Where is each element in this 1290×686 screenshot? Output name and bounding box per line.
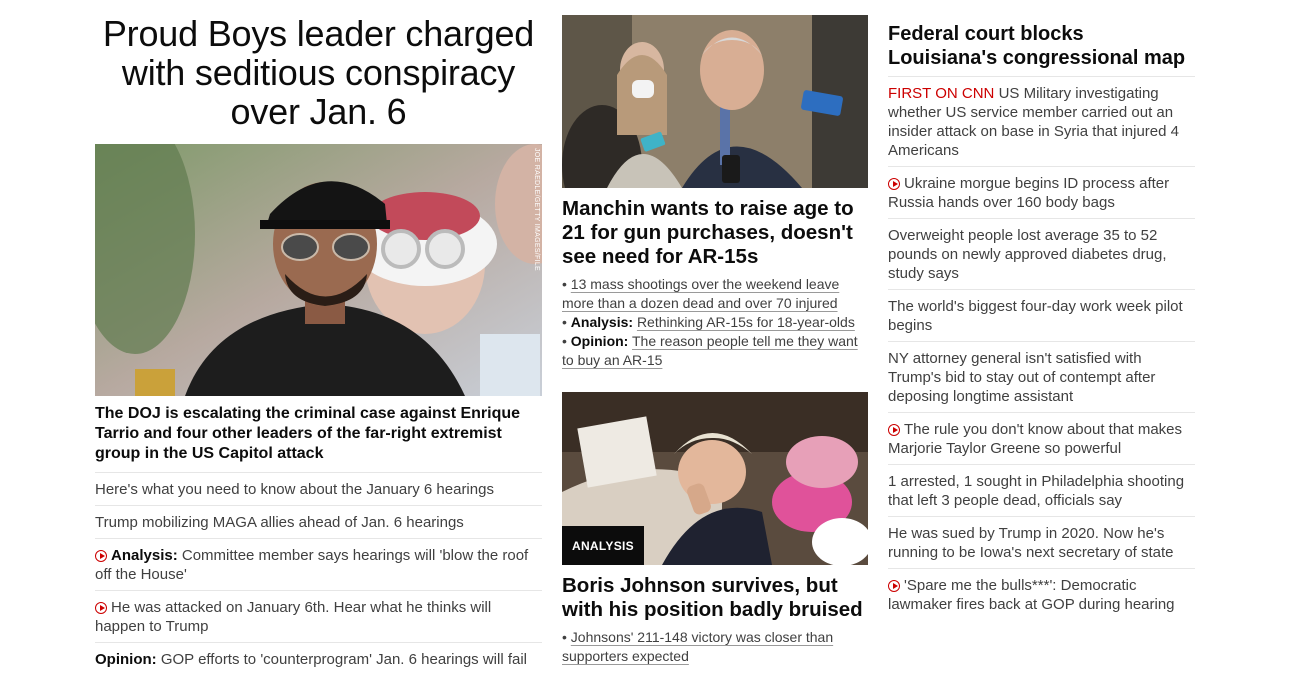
photo-credit: JOE RAEDLE/GETTY IMAGES/FILE: [533, 148, 540, 272]
related-story-text: GOP efforts to 'counterprogram' Jan. 6 h…: [160, 651, 528, 668]
right-story-text: Ukraine morgue begins ID process after R…: [888, 175, 1170, 211]
right-story-link[interactable]: 'Spare me the bulls***': Democratic lawm…: [888, 569, 1195, 620]
johnson-photo[interactable]: ANALYSIS: [562, 392, 868, 565]
story-bullet-text: Johnsons' 211-148 victory was closer tha…: [562, 629, 834, 664]
right-story-text: 1 arrested, 1 sought in Philadelphia sho…: [888, 473, 1185, 509]
manchin-photo[interactable]: [562, 15, 868, 188]
story-bullet-text: 13 mass shootings over the weekend leave…: [562, 276, 840, 311]
middle-column: Manchin wants to raise age to 21 for gun…: [562, 0, 868, 666]
right-story-link[interactable]: FIRST ON CNN US Military investigating w…: [888, 77, 1195, 167]
play-video-icon: [95, 602, 107, 614]
analysis-badge: ANALYSIS: [562, 526, 644, 565]
related-story-text: Trump mobilizing MAGA allies ahead of Ja…: [95, 514, 464, 531]
right-story-text: NY attorney general isn't satisfied with…: [888, 350, 1156, 405]
johnson-bullets: • Johnsons' 211-148 victory was closer t…: [562, 628, 868, 666]
story-bullet-link[interactable]: • Analysis: Rethinking AR-15s for 18-yea…: [562, 313, 868, 332]
story-kicker: Analysis:: [111, 547, 178, 564]
story-bullet-text: Rethinking AR-15s for 18-year-olds: [636, 314, 855, 330]
right-story-link[interactable]: Overweight people lost average 35 to 52 …: [888, 219, 1195, 290]
right-story-text: He was sued by Trump in 2020. Now he's r…: [888, 525, 1174, 561]
related-story-text: Here's what you need to know about the J…: [95, 481, 494, 498]
manchin-bullets: • 13 mass shootings over the weekend lea…: [562, 275, 868, 370]
right-story-link[interactable]: 1 arrested, 1 sought in Philadelphia sho…: [888, 465, 1195, 517]
story-kicker: Opinion:: [570, 333, 629, 349]
right-story-link[interactable]: The rule you don't know about that makes…: [888, 413, 1195, 465]
lead-photo[interactable]: JOE RAEDLE/GETTY IMAGES/FILE: [95, 144, 542, 396]
lead-headline[interactable]: Proud Boys leader charged with seditious…: [95, 14, 542, 131]
lead-column: Proud Boys leader charged with seditious…: [95, 0, 542, 675]
lead-photo-image: [95, 144, 542, 396]
right-story-text: 'Spare me the bulls***': Democratic lawm…: [888, 577, 1175, 613]
manchin-photo-image: [562, 15, 868, 188]
play-video-icon: [95, 550, 107, 562]
related-story-link[interactable]: Opinion: GOP efforts to 'counterprogram'…: [95, 643, 542, 675]
story-kicker: Opinion:: [95, 651, 157, 668]
right-story-text: The world's biggest four-day work week p…: [888, 298, 1183, 334]
right-story-link[interactable]: Ukraine morgue begins ID process after R…: [888, 167, 1195, 219]
story-bullet-link[interactable]: • Opinion: The reason people tell me the…: [562, 332, 868, 370]
right-story-text: Overweight people lost average 35 to 52 …: [888, 227, 1167, 282]
manchin-headline[interactable]: Manchin wants to raise age to 21 for gun…: [562, 197, 868, 269]
right-story-text: The rule you don't know about that makes…: [888, 421, 1183, 457]
play-video-icon: [888, 424, 900, 436]
related-story-link[interactable]: Here's what you need to know about the J…: [95, 473, 542, 506]
johnson-headline[interactable]: Boris Johnson survives, but with his pos…: [562, 574, 868, 622]
play-video-icon: [888, 178, 900, 190]
right-column: Federal court blocks Louisiana's congres…: [888, 0, 1195, 620]
related-story-link[interactable]: He was attacked on January 6th. Hear wha…: [95, 591, 542, 643]
play-video-icon: [888, 580, 900, 592]
story-bullet-link[interactable]: • Johnsons' 211-148 victory was closer t…: [562, 628, 868, 666]
story-kicker: Analysis:: [570, 314, 634, 330]
right-story-link[interactable]: NY attorney general isn't satisfied with…: [888, 342, 1195, 413]
story-bullet-link[interactable]: • 13 mass shootings over the weekend lea…: [562, 275, 868, 313]
first-on-cnn-label: FIRST ON CNN: [888, 85, 995, 102]
louisiana-headline[interactable]: Federal court blocks Louisiana's congres…: [888, 22, 1195, 77]
right-news-list: FIRST ON CNN US Military investigating w…: [888, 77, 1195, 620]
related-story-text: He was attacked on January 6th. Hear wha…: [95, 599, 492, 635]
related-story-link[interactable]: Analysis: Committee member says hearings…: [95, 539, 542, 591]
related-story-link[interactable]: Trump mobilizing MAGA allies ahead of Ja…: [95, 506, 542, 539]
lead-related-list: Here's what you need to know about the J…: [95, 473, 542, 675]
right-story-link[interactable]: He was sued by Trump in 2020. Now he's r…: [888, 517, 1195, 569]
lead-subheadline[interactable]: The DOJ is escalating the criminal case …: [95, 404, 542, 473]
right-story-link[interactable]: The world's biggest four-day work week p…: [888, 290, 1195, 342]
